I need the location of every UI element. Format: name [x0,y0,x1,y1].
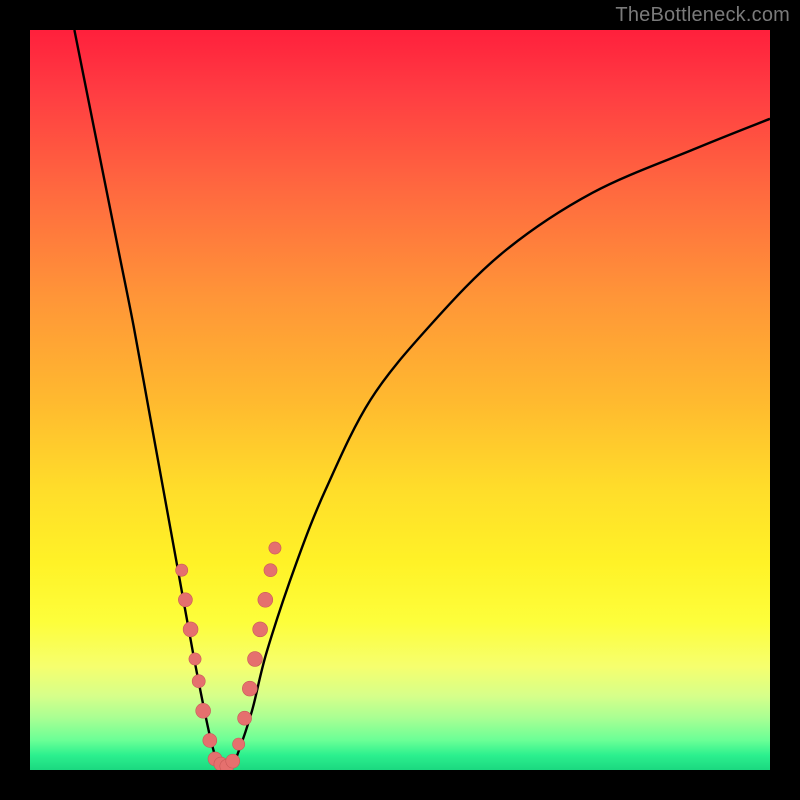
sample-point [258,592,273,607]
watermark-text: TheBottleneck.com [615,4,790,27]
sample-point [176,564,188,576]
sample-point [203,733,217,747]
sample-point [264,564,277,577]
chart-frame: TheBottleneck.com [0,0,800,800]
plot-area [30,30,770,770]
sample-point [238,711,252,725]
sample-point [226,754,240,768]
sample-point [269,542,281,554]
sample-point [192,675,205,688]
sample-point [196,703,211,718]
sample-markers [30,30,770,770]
sample-point [233,738,245,750]
sample-point [183,622,198,637]
sample-point [242,681,257,696]
sample-point [248,652,263,667]
sample-point [189,653,201,665]
sample-point [178,593,192,607]
sample-point [253,622,268,637]
